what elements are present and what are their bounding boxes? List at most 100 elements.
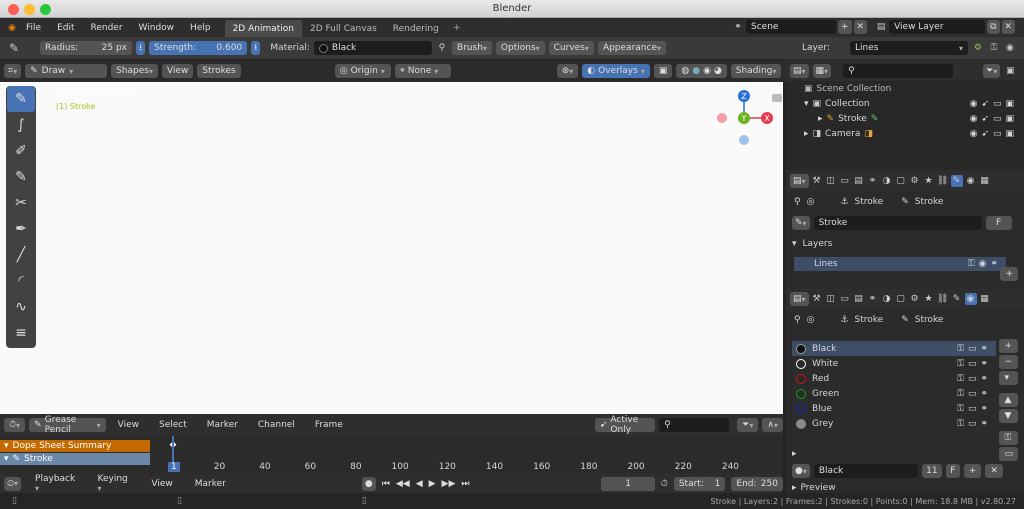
overlays-menu[interactable]: ◐ Overlays [582,64,650,78]
mat-data-tab-icon[interactable]: ✎ [951,293,963,305]
material-tab-icon[interactable]: ◉ [965,175,977,187]
3d-viewport[interactable]: Camera Perspective (1) Stroke Z Y X [0,82,783,414]
move-up-icon[interactable]: ▲ [999,393,1018,407]
material-editor-type-menu[interactable]: ▤ [790,292,809,306]
layer-field[interactable]: Lines [849,41,968,55]
start-frame-field[interactable]: Start: 1 [673,476,726,491]
material-browse-button[interactable]: ● [792,464,810,478]
strength-field[interactable]: Strength: 0.600 [149,41,248,55]
tool-tab-icon[interactable]: ⚒ [811,175,823,187]
camera-expand-icon[interactable]: ▸ [804,129,809,139]
dope-menu-select[interactable]: Select [151,420,195,430]
dope-summary-row[interactable]: ▾ Dope Sheet Summary [0,440,150,452]
dope-search-field[interactable]: ⚲ [659,418,730,432]
material-slot-white[interactable]: White ⚿▭⚭ [792,356,996,371]
collection-visibility-icons[interactable]: ◉➹▭▣ [970,99,1018,109]
material-fake-user-button[interactable]: F [945,464,960,478]
scene-icon[interactable]: ⚭ [732,21,744,33]
arc-tool-icon[interactable]: ◜ [7,268,35,294]
shading-modes[interactable]: ◍ ● ◉ ◕ [676,64,727,78]
auto-keying-button[interactable]: ● [361,476,376,491]
outliner-display-mode-menu[interactable]: ▦ [812,64,832,78]
jump-end-icon[interactable]: ⏭ [461,479,469,489]
mat-output-tab-icon[interactable]: ▭ [839,293,851,305]
outliner-row-scene-collection[interactable]: ▣ Scene Collection [786,81,1024,96]
modifier-tab-icon[interactable]: ⚙ [909,175,921,187]
pin-icon[interactable]: ⚲ [794,197,801,207]
interpolation-menu[interactable]: ∧ [762,418,783,432]
add-workspace-button[interactable]: + [451,22,463,34]
material-slot-blue[interactable]: Blue ⚿▭⚭ [792,401,996,416]
mat-world-tab-icon[interactable]: ◑ [881,293,893,305]
outliner-filter-menu[interactable]: ⏷ [983,64,1001,78]
playback-menu[interactable]: Playback [27,474,83,494]
prev-keyframe-icon[interactable]: ◀◀ [396,479,410,489]
view-menu[interactable]: View [161,64,194,78]
material-slot-icons[interactable]: ⚿▭⚭ [957,374,992,384]
material-name-field[interactable]: Black [813,464,918,478]
material-field[interactable]: Black [313,41,432,55]
render-tab-icon[interactable]: ◫ [825,175,837,187]
draw-tool-icon[interactable]: ✎ [7,86,35,112]
mat-tool-tab-icon[interactable]: ⚒ [811,293,823,305]
keying-menu[interactable]: Keying [90,474,138,494]
menu-render[interactable]: Render [83,23,131,33]
mat-constraints-tab-icon[interactable]: ⛓ [937,293,949,305]
remove-material-slot-button[interactable]: − [999,355,1018,369]
play-reverse-icon[interactable]: ◀ [416,479,423,489]
jump-start-icon[interactable]: ⏮ [382,479,390,489]
close-window-button[interactable] [8,4,19,15]
material-specials-icon[interactable]: ▾ [999,371,1018,385]
outliner-search-field[interactable]: ⚲ [843,64,954,78]
layers-expand-icon[interactable]: ▾ [792,239,797,249]
preview-section-header[interactable]: ▸ Preview [792,483,836,493]
radius-field[interactable]: Radius: 25 px [40,41,132,55]
material-slot-icons[interactable]: ⚿▭⚭ [957,359,992,369]
mat-pin-icon[interactable]: ⚲ [794,315,801,325]
view-layer-tab-icon[interactable]: ▤ [853,175,865,187]
world-tab-icon[interactable]: ◑ [881,175,893,187]
layer-settings-icon[interactable]: ⚙ [972,42,984,54]
layer-list-item-lines[interactable]: Lines ⚿◉⚭ [794,257,1006,271]
view-layer-field[interactable]: View Layer [889,20,986,34]
box-tool-icon[interactable]: ≡ [7,320,35,346]
datablock-browse-button[interactable]: ✎ [792,216,810,230]
wireframe-shading-icon[interactable]: ◍ [681,66,689,76]
material-user-count[interactable]: 11 [921,464,942,478]
add-layer-button[interactable]: + [1000,267,1018,281]
next-keyframe-icon[interactable]: ▶▶ [442,479,456,489]
stroke-visibility-icons[interactable]: ◉➹▭▣ [970,114,1018,124]
timeline-editor-type-menu[interactable]: ⏲ [4,476,22,491]
move-down-icon[interactable]: ▼ [999,409,1018,423]
delete-view-layer-button[interactable]: ✕ [1001,20,1016,34]
display-icon[interactable]: ▭ [999,447,1018,461]
clock-icon[interactable]: ⏱ [661,479,668,489]
dope-menu-channel[interactable]: Channel [250,420,303,430]
end-frame-field[interactable]: End: 250 [731,476,783,491]
zoom-window-button[interactable] [40,4,51,15]
erase-tool-icon[interactable]: ✐ [7,138,35,164]
stroke-placement-menu[interactable]: ◎ Origin [334,64,391,78]
list-expand-icon[interactable]: ▸ [792,449,797,459]
strokes-menu[interactable]: Strokes [197,64,241,78]
eyedropper-tool-icon[interactable]: ✒ [7,216,35,242]
lock-icon[interactable]: ⚿ [999,431,1018,445]
output-tab-icon[interactable]: ▭ [839,175,851,187]
line-tool-icon[interactable]: ╱ [7,242,35,268]
fill-tool-icon[interactable]: ∫ [7,112,35,138]
playhead-line[interactable] [172,436,174,462]
workspace-tab-rendering[interactable]: Rendering [385,20,447,37]
mat-modifier-tab-icon[interactable]: ⚙ [909,293,921,305]
solid-shading-icon[interactable]: ● [692,66,700,76]
brush-menu[interactable]: Brush [451,41,492,55]
strength-pressure-icon[interactable]: ⭳ [251,41,261,55]
channel-triangle-icon[interactable]: ▾ [4,454,9,464]
current-frame-field[interactable]: 1 [601,476,655,491]
active-only-toggle[interactable]: ➹ Active Only [594,415,656,435]
curves-menu[interactable]: Curves [548,41,594,55]
collection-expand-icon[interactable]: ▾ [804,99,809,109]
layer-lock-icon[interactable]: ⚿ [988,42,1000,54]
mat-effects-tab-icon[interactable]: ★ [923,293,935,305]
delete-scene-button[interactable]: ✕ [853,20,868,34]
unlink-material-button[interactable]: ✕ [985,464,1003,478]
